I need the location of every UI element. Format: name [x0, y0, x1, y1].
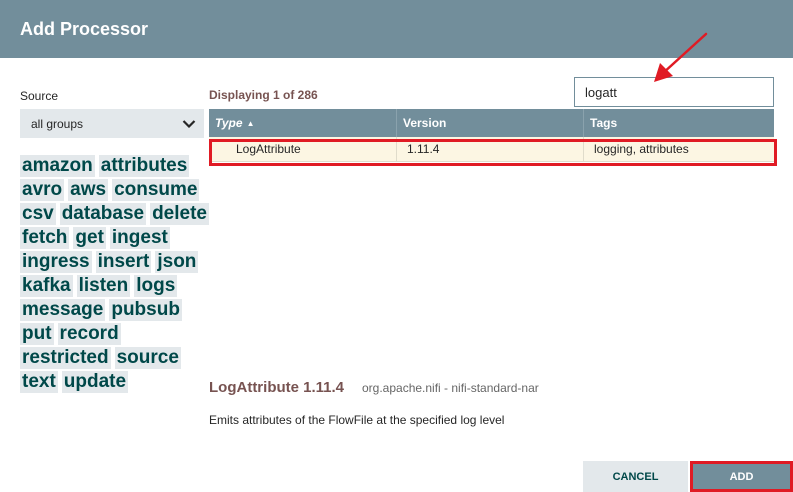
column-header-version-label: Version [403, 116, 447, 130]
tag-database[interactable]: database [59, 203, 147, 225]
tag-fetch[interactable]: fetch [20, 227, 70, 249]
tag-record[interactable]: record [57, 323, 121, 345]
column-header-tags[interactable]: Tags [583, 109, 774, 137]
tag-kafka[interactable]: kafka [20, 275, 73, 297]
filter-input[interactable] [574, 77, 774, 107]
column-header-tags-label: Tags [590, 116, 618, 130]
displaying-count: Displaying 1 of 286 [209, 88, 318, 102]
source-group-select[interactable]: all groups [20, 109, 204, 138]
column-header-type-label: Type [215, 116, 243, 130]
tag-text[interactable]: text [20, 371, 58, 393]
tag-put[interactable]: put [20, 323, 54, 345]
tag-message[interactable]: message [20, 299, 106, 321]
processor-description: Emits attributes of the FlowFile at the … [209, 413, 505, 427]
source-label: Source [20, 89, 59, 103]
tag-csv[interactable]: csv [20, 203, 56, 225]
cell-tags: logging, attributes [583, 137, 774, 162]
dialog-title: Add Processor [20, 18, 149, 39]
tag-json[interactable]: json [155, 251, 199, 273]
tag-update[interactable]: update [61, 371, 129, 393]
tag-aws[interactable]: aws [68, 179, 109, 201]
cancel-button[interactable]: CANCEL [583, 461, 688, 492]
tag-insert[interactable]: insert [95, 251, 152, 273]
sort-ascending-icon: ▲ [246, 118, 255, 128]
chevron-down-icon [182, 119, 196, 129]
tag-ingest[interactable]: ingest [109, 227, 170, 249]
table-header: Type ▲ Version Tags [209, 109, 774, 137]
tag-get[interactable]: get [73, 227, 106, 249]
tag-ingress[interactable]: ingress [20, 251, 92, 273]
table-row[interactable]: LogAttribute 1.11.4 logging, attributes [209, 137, 774, 162]
cell-type: LogAttribute [209, 137, 396, 162]
processor-table: Type ▲ Version Tags LogAttribute 1.11.4 … [209, 109, 774, 162]
tag-logs[interactable]: logs [134, 275, 178, 297]
add-button[interactable]: ADD [690, 461, 793, 492]
column-header-version[interactable]: Version [396, 109, 583, 137]
tag-attributes[interactable]: attributes [98, 155, 190, 177]
tag-avro[interactable]: avro [20, 179, 65, 201]
tag-consume[interactable]: consume [112, 179, 200, 201]
cell-version: 1.11.4 [396, 137, 583, 162]
tag-source[interactable]: source [114, 347, 181, 369]
source-selected-value: all groups [31, 116, 84, 131]
tag-restricted[interactable]: restricted [20, 347, 111, 369]
tag-pubsub[interactable]: pubsub [109, 299, 182, 321]
tag-amazon[interactable]: amazon [20, 155, 95, 177]
tag-cloud: amazon attributes avro aws consume csv databas… [20, 155, 210, 395]
column-header-type[interactable]: Type ▲ [209, 109, 396, 137]
processor-detail-title: LogAttribute 1.11.4 [209, 379, 345, 396]
tag-delete[interactable]: delete [150, 203, 209, 225]
tag-listen[interactable]: listen [76, 275, 131, 297]
processor-bundle: org.apache.nifi - nifi-standard-nar [362, 381, 539, 395]
dialog-header: Add Processor [0, 0, 793, 58]
